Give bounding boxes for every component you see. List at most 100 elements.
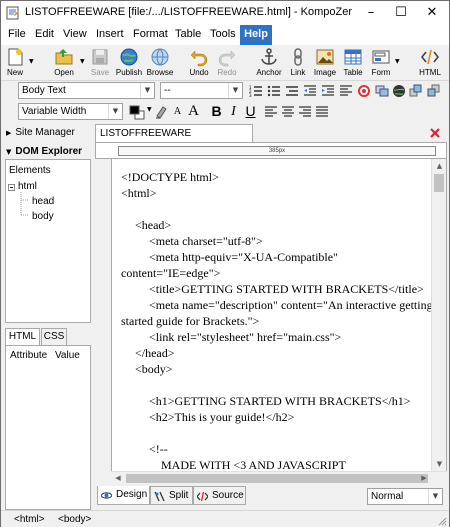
scroll-left-icon[interactable]: ◀ <box>111 472 125 485</box>
underline-button[interactable]: U <box>242 103 259 120</box>
tab-source[interactable]: Source <box>193 486 246 505</box>
indent-icon[interactable] <box>321 84 335 98</box>
resize-grip-icon[interactable] <box>437 516 447 526</box>
app-window: LISTOFFREEWARE [file:/.../LISTOFFREEWARE… <box>0 0 450 527</box>
code-line: content="IE=edge"> <box>121 266 221 280</box>
layer-icon[interactable] <box>375 84 389 98</box>
code-line: <head> <box>135 218 172 232</box>
open-icon <box>55 49 73 65</box>
outdent-icon[interactable] <box>303 84 317 98</box>
smaller-text-button[interactable]: A <box>169 103 186 120</box>
paragraph-style-select[interactable]: Body Text ▼ <box>18 82 155 99</box>
source-code[interactable]: <!DOCTYPE html> <html> <head> <meta char… <box>121 169 433 473</box>
redo-icon <box>218 50 236 67</box>
menu-bar: File Edit View Insert Format Table Tools <box>1 25 449 45</box>
tab-html[interactable]: HTML <box>5 328 40 345</box>
bold-button[interactable]: B <box>208 103 225 120</box>
vertical-scroll-thumb[interactable] <box>434 174 444 192</box>
align-left-icon[interactable] <box>264 105 278 119</box>
tab-design[interactable]: Design <box>97 486 150 505</box>
image-button[interactable]: Image <box>312 47 338 80</box>
browse-button[interactable]: Browse <box>146 47 174 80</box>
target-icon[interactable] <box>357 84 371 98</box>
tree-node-body[interactable]: body <box>32 211 54 222</box>
menu-file[interactable]: File <box>8 28 26 40</box>
minimize-button[interactable]: – <box>356 1 386 25</box>
align-right-icon[interactable] <box>298 105 312 119</box>
publish-button[interactable]: Publish <box>115 47 143 80</box>
redo-button[interactable]: Redo <box>215 47 239 80</box>
chevron-down-icon: ▼ <box>6 148 12 156</box>
color-dropdown-arrow[interactable]: ▼ <box>147 106 152 113</box>
dom-explorer-header[interactable]: ▼ DOM Explorer <box>6 146 82 157</box>
chevron-down-icon: ▼ <box>228 83 242 98</box>
code-line: <meta http-equiv="X-UA-Compatible" <box>149 250 338 264</box>
breadcrumb-body[interactable]: <body> <box>58 514 91 525</box>
italic-button[interactable]: I <box>225 103 242 120</box>
menu-view[interactable]: View <box>63 28 87 40</box>
table-button[interactable]: Table <box>341 47 365 80</box>
text-color-icon[interactable] <box>128 104 146 120</box>
definition-list-icon[interactable] <box>285 84 299 98</box>
view-mode-select[interactable]: Normal ▼ <box>367 488 443 505</box>
breadcrumb-html[interactable]: <html> <box>14 514 45 525</box>
align-center-icon[interactable] <box>281 105 295 119</box>
source-editor[interactable]: <!DOCTYPE html> <html> <head> <meta char… <box>111 159 447 483</box>
status-bar: <html> <body> <box>1 510 449 527</box>
bullet-list-icon[interactable] <box>267 84 281 98</box>
code-line: started guide for Brackets."> <box>121 314 260 328</box>
new-dropdown-arrow[interactable]: ▼ <box>29 58 34 65</box>
form-button[interactable]: Form <box>369 47 393 80</box>
anchor-button[interactable]: Anchor <box>255 47 283 80</box>
form-dropdown-arrow[interactable]: ▼ <box>395 58 400 65</box>
html-icon <box>420 49 440 65</box>
vertical-scrollbar[interactable]: ▲ ▼ <box>431 159 446 483</box>
scroll-up-icon[interactable]: ▲ <box>432 159 447 173</box>
font-select[interactable]: Variable Width ▼ <box>18 103 123 120</box>
open-dropdown-arrow[interactable]: ▼ <box>80 58 85 65</box>
main-toolbar: New ▼ Open ▼ Save Publish Browse Undo Re… <box>1 45 449 81</box>
close-tab-icon[interactable] <box>429 127 441 139</box>
chevron-down-icon: ▼ <box>428 489 442 504</box>
code-line: <h1>GETTING STARTED WITH BRACKETS</h1> <box>149 394 411 408</box>
menu-help[interactable]: Help <box>240 25 272 45</box>
menu-insert[interactable]: Insert <box>96 28 124 40</box>
code-line: <!-- <box>149 442 168 456</box>
menu-format[interactable]: Format <box>133 28 168 40</box>
scroll-down-icon[interactable]: ▼ <box>432 457 447 471</box>
site-manager-header[interactable]: ▶ Site Manager <box>6 127 75 138</box>
tab-css[interactable]: CSS <box>41 328 67 345</box>
horizontal-scroll-thumb[interactable] <box>126 474 428 483</box>
globe-icon[interactable] <box>392 84 406 98</box>
scroll-right-icon[interactable]: ▶ <box>417 472 431 485</box>
maximize-button[interactable]: ☐ <box>386 1 416 25</box>
layer-up-icon[interactable] <box>409 84 423 98</box>
horizontal-scrollbar[interactable]: ◀ ▶ <box>111 471 447 484</box>
document-tab[interactable]: LISTOFFREEWARE <box>95 124 253 142</box>
undo-button[interactable]: Undo <box>187 47 211 80</box>
open-button[interactable]: Open <box>51 47 77 80</box>
justify-icon[interactable] <box>315 105 329 119</box>
code-line: <html> <box>121 186 157 200</box>
tree-node-head[interactable]: head <box>32 196 54 207</box>
new-button[interactable]: New <box>4 47 26 80</box>
close-window-button[interactable]: ✕ <box>417 1 447 25</box>
numbered-list-icon[interactable]: 123 <box>249 84 263 98</box>
menu-tools[interactable]: Tools <box>210 28 236 40</box>
menu-table[interactable]: Table <box>175 28 201 40</box>
link-button[interactable]: Link <box>287 47 309 80</box>
class-select[interactable]: -- ▼ <box>160 82 243 99</box>
larger-text-button[interactable]: A <box>185 103 202 120</box>
layer-down-icon[interactable] <box>427 84 441 98</box>
html-button[interactable]: HTML <box>417 47 443 80</box>
table-icon <box>344 49 362 65</box>
tree-node-html[interactable]: html <box>18 181 37 192</box>
highlight-icon[interactable] <box>154 105 168 119</box>
code-line: <body> <box>135 362 173 376</box>
menu-edit[interactable]: Edit <box>35 28 54 40</box>
save-button[interactable]: Save <box>89 47 111 80</box>
dom-tree: Elements html head body <box>5 159 91 323</box>
align-icon[interactable] <box>339 84 353 98</box>
tab-split[interactable]: Split <box>150 486 193 505</box>
